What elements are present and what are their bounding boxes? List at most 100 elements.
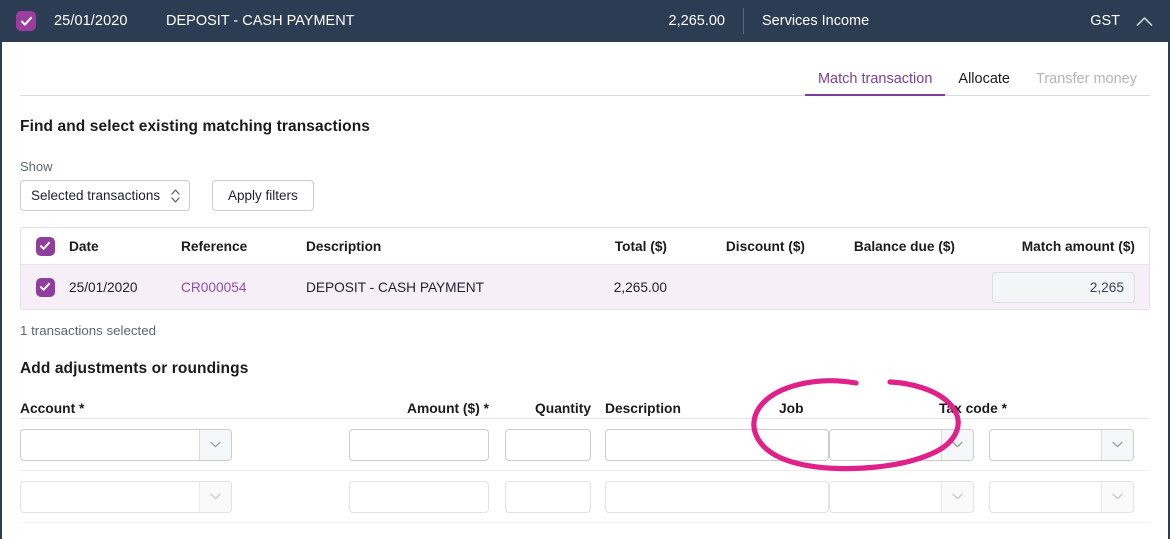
row-actions-cell [1154,487,1168,507]
quantity-cell [505,480,605,513]
cell-reference: CR000054 [181,280,306,295]
header-date: 25/01/2020 [54,13,128,29]
description-input[interactable] [605,428,829,461]
check-icon [39,241,51,250]
quantity-cell [505,428,605,461]
header-total: 2,265.00 [626,8,744,34]
column-header-date: Date [69,238,99,254]
quantity-input[interactable] [505,480,591,513]
adjustments-table: Account * Amount ($) * Quantity Descript… [20,392,1150,523]
description-cell [605,428,829,461]
account-dropdown-button[interactable] [199,429,231,460]
tab-match-transaction[interactable]: Match transaction [804,71,946,96]
description-input[interactable] [605,480,829,513]
chevron-up-icon [1136,16,1152,26]
chevron-down-icon [1112,441,1123,448]
description-cell [605,480,829,513]
apply-filters-button[interactable]: Apply filters [212,180,314,211]
chevron-down-icon [210,441,221,448]
row-select-cell [21,277,69,297]
cell-description: DEPOSIT - CASH PAYMENT [306,279,484,295]
job-combobox[interactable] [829,428,974,461]
column-header-adj-description: Description [605,401,681,416]
amount-input[interactable] [349,480,489,513]
chevron-down-icon [952,493,963,500]
account-combobox[interactable] [20,428,232,461]
column-header-discount: Discount ($) [725,238,805,254]
amount-cell [345,428,505,461]
row-actions-cell [1154,435,1168,455]
account-input[interactable] [21,429,199,460]
cell-date: 25/01/2020 [69,279,138,295]
column-header-job: Job [779,401,804,416]
selected-count-text: 1 transactions selected [20,323,157,338]
row-select-checkbox[interactable] [35,277,55,297]
show-filter-select[interactable]: Selected transactions [20,180,190,211]
column-header-balance-due: Balance due ($) [853,238,955,254]
job-input[interactable] [830,481,941,512]
column-header-tax-code: Tax code * [939,401,1007,416]
job-dropdown-button[interactable] [941,481,973,512]
account-dropdown-button[interactable] [199,481,231,512]
collapse-button[interactable] [1120,16,1168,27]
account-cell [20,428,345,461]
match-amount-input[interactable] [992,271,1135,303]
select-all-checkbox[interactable] [35,236,55,256]
job-dropdown-button[interactable] [941,429,973,460]
show-filter-value: Selected transactions [31,188,161,203]
column-header-description: Description [306,238,382,254]
tab-bar: Match transaction Allocate Transfer mone… [2,60,1168,96]
header-account: Services Income [762,13,870,29]
column-header-account: Account * [20,401,85,416]
header-description: DEPOSIT - CASH PAYMENT [166,13,355,29]
header-tax-code: GST [1090,13,1120,29]
select-all-cell [21,236,69,256]
chevron-down-icon [1112,493,1123,500]
table-row[interactable]: 25/01/2020 CR000054 DEPOSIT - CASH PAYME… [21,264,1149,309]
adjustment-row [20,471,1150,523]
tax-code-cell [989,428,1154,461]
column-header-reference: Reference [181,238,248,254]
show-label: Show [20,159,53,174]
column-header-quantity: Quantity [535,401,591,416]
matching-transactions-table: Date Reference Description Total ($) Dis… [20,227,1150,310]
reference-link[interactable]: CR000054 [181,280,246,295]
job-input[interactable] [830,429,941,460]
quantity-input[interactable] [505,428,591,461]
adjustments-section-title: Add adjustments or roundings [20,360,249,377]
tax-code-dropdown-button[interactable] [1101,429,1133,460]
filter-row: Selected transactions Apply filters [20,180,1150,211]
tax-code-input[interactable] [990,481,1101,512]
cell-total: 2,265.00 [613,279,667,295]
table-header-row: Date Reference Description Total ($) Dis… [21,228,1149,264]
job-combobox[interactable] [829,480,974,513]
account-input[interactable] [21,481,199,512]
adjustment-row [20,419,1150,471]
tax-code-combobox[interactable] [989,428,1134,461]
column-header-match-amount: Match amount ($) [1021,238,1135,254]
tab-allocate[interactable]: Allocate [945,71,1023,96]
amount-cell [345,480,505,513]
job-cell [829,480,989,513]
tax-code-input[interactable] [990,429,1101,460]
header-select-checkbox[interactable] [16,11,36,31]
check-icon [20,16,32,26]
adjustments-header-row: Account * Amount ($) * Quantity Descript… [20,392,1150,418]
panel-body: Find and select existing matching transa… [2,118,1168,523]
transaction-header-bar: 25/01/2020 DEPOSIT - CASH PAYMENT 2,265.… [2,0,1168,42]
chevron-down-icon [952,441,963,448]
account-combobox[interactable] [20,480,232,513]
job-cell [829,428,989,461]
stepper-chevrons-icon [171,188,180,203]
tax-code-cell [989,480,1154,513]
chevron-down-icon [210,493,221,500]
amount-input[interactable] [349,428,489,461]
check-icon [39,282,51,291]
tax-code-dropdown-button[interactable] [1101,481,1133,512]
column-header-amount: Amount ($) * [406,401,489,416]
match-transaction-panel: 25/01/2020 DEPOSIT - CASH PAYMENT 2,265.… [0,0,1170,539]
column-header-total: Total ($) [614,238,667,254]
match-section-title: Find and select existing matching transa… [20,118,370,135]
tax-code-combobox[interactable] [989,480,1134,513]
cell-match-amount [969,271,1149,303]
